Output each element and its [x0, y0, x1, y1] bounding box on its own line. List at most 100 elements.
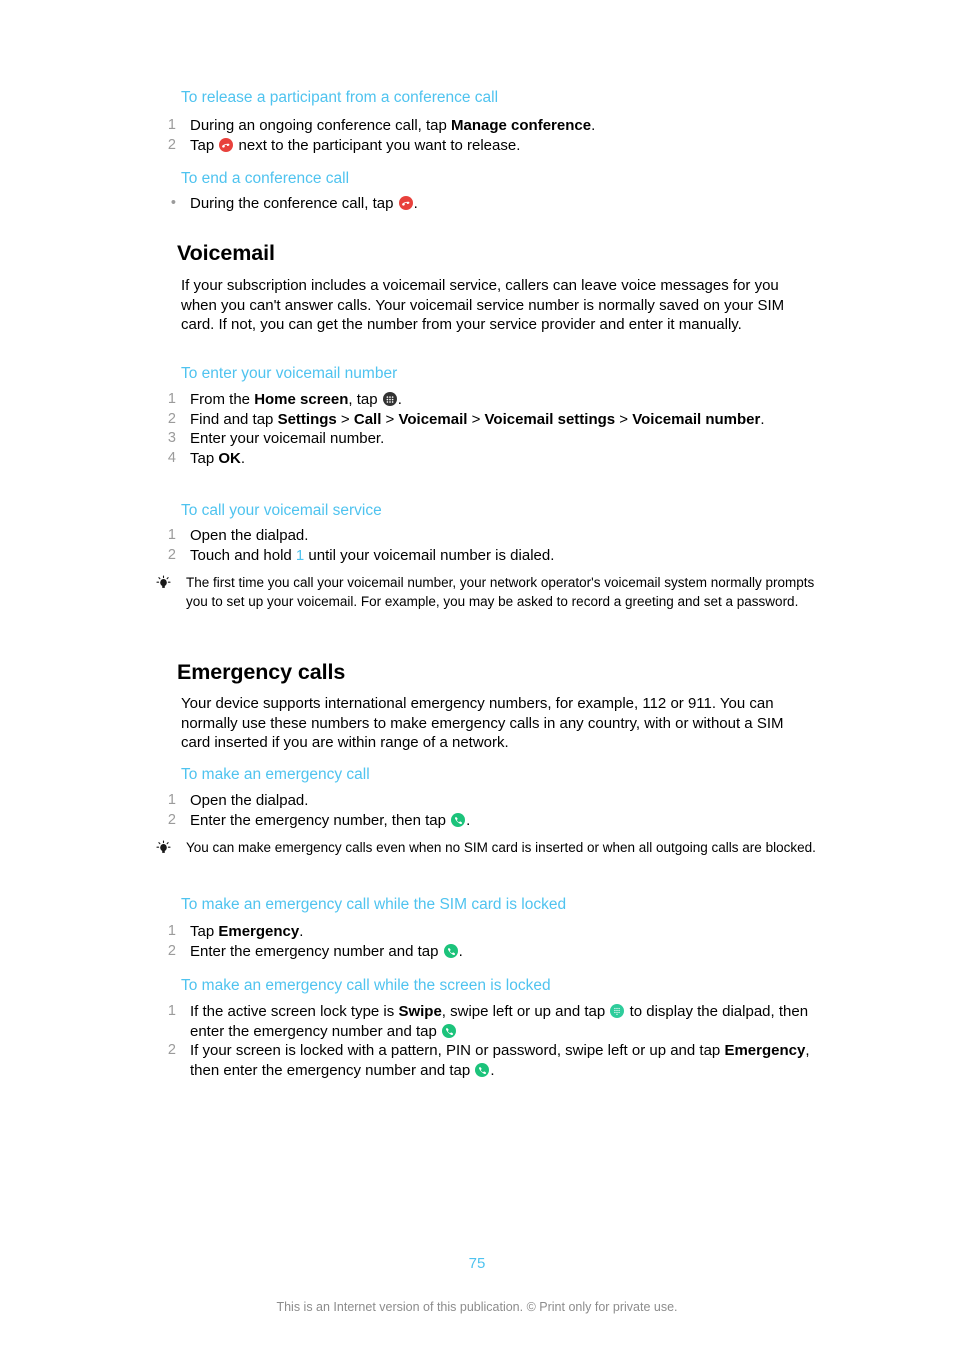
section-heading-call-voicemail-service: To call your voicemail service: [181, 502, 382, 519]
step-text-pre: Enter your voicemail number.: [190, 430, 385, 447]
list-item: 3 Enter your voicemail number.: [158, 429, 818, 449]
section-end-conference: To end a conference call: [181, 169, 821, 189]
step-text-pre: Touch and hold: [190, 546, 296, 564]
list-item: 1 Tap Emergency.: [158, 922, 818, 942]
step-text-pre: Open the dialpad.: [190, 527, 309, 544]
step-text-pre: From the: [190, 391, 255, 408]
document-page: To release a participant from a conferen…: [0, 0, 954, 1350]
emergency-calls-intro-paragraph: Your device supports international emerg…: [181, 695, 784, 751]
path-item: Voicemail number: [632, 410, 761, 428]
step-text-post: .: [490, 1061, 495, 1079]
path-separator: >: [336, 410, 354, 428]
step-bold: Emergency: [218, 923, 300, 940]
list-number: 1: [167, 527, 176, 543]
lightbulb-tip-icon: [155, 575, 172, 592]
emergency-screen-locked-steps: 1 If the active screen lock type is Swip…: [158, 1002, 823, 1080]
section-heading-enter-voicemail-number: To enter your voicemail number: [181, 365, 398, 382]
end-call-icon: [398, 196, 413, 210]
list-item: 1 Open the dialpad.: [158, 791, 818, 811]
list-item: 4 Tap OK.: [158, 449, 818, 469]
list-item: 2 If your screen is locked with a patter…: [158, 1041, 823, 1080]
path-item: Settings: [277, 410, 337, 428]
step-text-post: .: [397, 391, 402, 408]
step-bold: OK: [218, 449, 241, 467]
dialpad-icon: [610, 1004, 625, 1018]
list-item: 2 Enter the emergency number and tap .: [158, 942, 818, 962]
step-bold: Emergency: [724, 1042, 806, 1059]
list-number: 1: [167, 117, 176, 133]
call-icon: [443, 943, 458, 958]
section-heading: To release a participant from a conferen…: [181, 89, 499, 106]
step-bold: Swipe: [398, 1003, 442, 1020]
path-separator: >: [467, 410, 485, 428]
step-text-mid: , swipe left or up and tap: [441, 1003, 610, 1020]
voicemail-intro-paragraph: If your subscription includes a voicemai…: [181, 277, 785, 333]
call-icon: [442, 1023, 456, 1038]
settings-path: Settings > Call > Voicemail > Voicemail …: [278, 411, 761, 428]
list-number: 2: [167, 546, 176, 563]
apps-grid-icon: [382, 392, 397, 406]
enter-voicemail-number-steps: 1 From the Home screen, tap . 2 Find and…: [158, 390, 818, 468]
list-item: 2 Touch and hold 1 until your voicemail …: [158, 546, 818, 566]
tip-voicemail-setup: The first time you call your voicemail n…: [155, 574, 836, 611]
footer-note: This is an Internet version of this publ…: [276, 1300, 678, 1314]
section-heading-make-emergency-call: To make an emergency call: [181, 766, 370, 783]
tip-emergency-no-sim: You can make emergency calls even when n…: [155, 839, 836, 858]
step-text-post: .: [299, 923, 304, 940]
list-number: 2: [167, 1042, 176, 1058]
step-text-pre: If your screen is locked with a pattern,…: [190, 1042, 725, 1059]
step-text-pre: If the active screen lock type is: [190, 1003, 399, 1020]
path-separator: >: [381, 410, 399, 428]
step-text-pre: During the conference call, tap: [190, 195, 398, 212]
step-text-pre: Open the dialpad.: [190, 792, 309, 809]
list-number: 1: [167, 792, 176, 808]
list-number: 3: [167, 430, 176, 446]
page-title-voicemail: Voicemail: [177, 241, 275, 265]
step-bold: Home screen: [254, 391, 349, 408]
path-item: Call: [353, 410, 382, 428]
list-item: 2 Tap next to the participant you want t…: [158, 136, 818, 156]
step-bold: Manage conference: [451, 117, 592, 134]
list-number: 4: [167, 449, 176, 466]
step-text-pre: Enter the emergency number and tap: [190, 942, 443, 960]
section-release-participant: To release a participant from a conferen…: [181, 88, 821, 108]
list-number: 1: [167, 923, 176, 939]
page-number: 75: [468, 1255, 486, 1272]
list-item: • During the conference call, tap .: [158, 194, 818, 214]
step-text-pre: Tap: [190, 923, 219, 940]
list-item: 1 If the active screen lock type is Swip…: [158, 1002, 823, 1041]
list-item: 2 Enter the emergency number, then tap .: [158, 811, 818, 831]
step-text-pre: Find and tap: [190, 410, 278, 428]
step-text-post: until your voicemail number is dialed.: [304, 546, 555, 564]
step-text-pre: Enter the emergency number, then tap: [190, 811, 451, 829]
list-number: 1: [167, 391, 176, 407]
section-heading-emergency-screen-locked: To make an emergency call while the scre…: [181, 977, 551, 994]
list-number: 2: [167, 410, 176, 427]
tip-text: The first time you call your voicemail n…: [186, 575, 815, 609]
keypad-key-label: 1: [295, 546, 305, 564]
step-text-pre: During an ongoing conference call, tap: [190, 117, 452, 134]
step-text-post: .: [466, 811, 471, 829]
end-conference-steps: • During the conference call, tap .: [158, 194, 818, 214]
lightbulb-tip-icon: [155, 840, 172, 857]
call-icon: [475, 1062, 490, 1077]
section-heading-emergency-sim-locked: To make an emergency call while the SIM …: [181, 896, 567, 913]
end-call-icon: [219, 137, 234, 152]
step-text-post: .: [591, 117, 596, 134]
path-item: Voicemail settings: [484, 410, 616, 428]
make-emergency-call-steps: 1 Open the dialpad. 2 Enter the emergenc…: [158, 791, 818, 830]
path-separator: >: [615, 410, 633, 428]
path-item: Voicemail: [398, 410, 468, 428]
list-number: 1: [167, 1003, 176, 1019]
list-item: 1 From the Home screen, tap .: [158, 390, 818, 410]
tip-text: You can make emergency calls even when n…: [186, 840, 816, 855]
list-item: 1 Open the dialpad.: [158, 526, 818, 546]
step-text-post: .: [240, 449, 246, 467]
call-icon: [451, 812, 466, 827]
step-text-post: next to the participant you want to rele…: [234, 136, 521, 154]
step-text-pre: Tap: [190, 136, 219, 154]
list-number: 2: [167, 811, 176, 828]
step-text-post: .: [413, 195, 418, 212]
list-item: 2 Find and tap Settings > Call > Voicema…: [158, 410, 818, 430]
release-participant-steps: 1 During an ongoing conference call, tap…: [158, 116, 818, 155]
